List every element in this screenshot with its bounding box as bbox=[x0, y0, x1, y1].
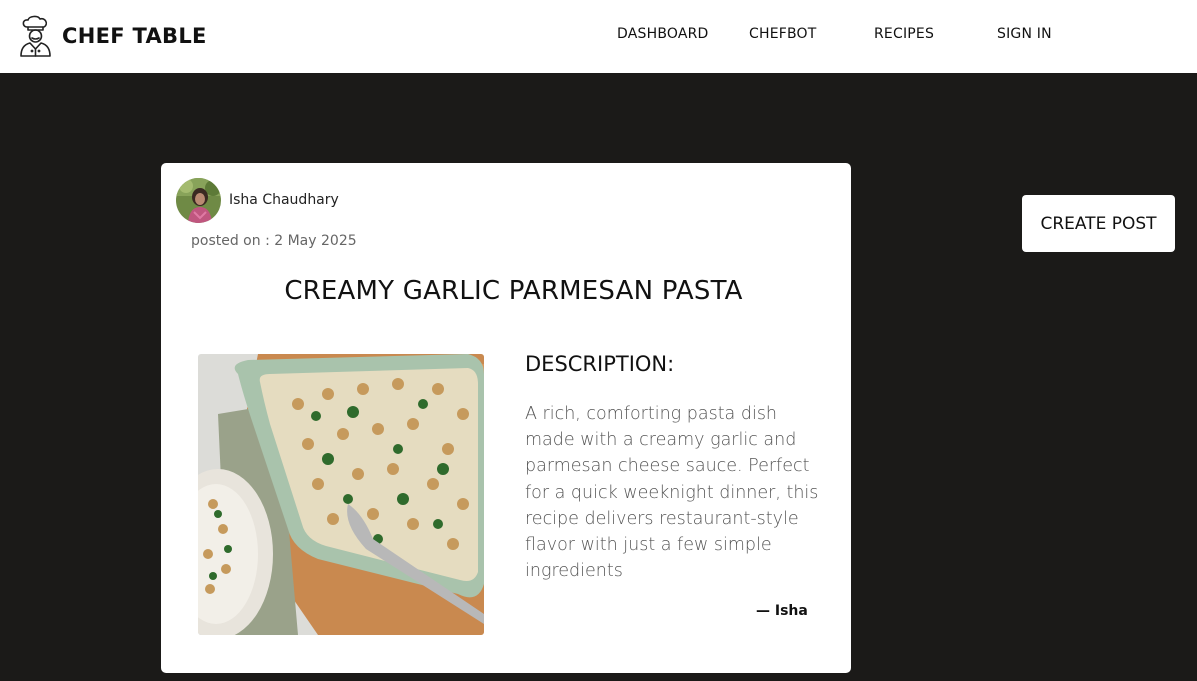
nav-recipes-link[interactable]: RECIPES bbox=[874, 26, 934, 42]
navbar: CHEF TABLE DASHBOARD CHEFBOT RECIPES SIG… bbox=[0, 0, 1197, 73]
posted-label: posted on : bbox=[191, 233, 270, 249]
description-heading: DESCRIPTION: bbox=[525, 352, 675, 376]
description-text: A rich, comforting pasta dish made with … bbox=[525, 404, 819, 582]
author-name[interactable]: Isha Chaudhary bbox=[229, 192, 339, 208]
create-post-button[interactable]: CREATE POST bbox=[1022, 195, 1175, 252]
dish-image bbox=[198, 354, 484, 635]
posted-date-row: posted on : 2 May 2025 bbox=[191, 233, 357, 249]
nav-dashboard-link[interactable]: DASHBOARD bbox=[617, 26, 709, 42]
post-title: CREAMY GARLIC PARMESAN PASTA bbox=[284, 276, 743, 306]
brand[interactable]: CHEF TABLE bbox=[18, 14, 207, 58]
nav-sign-in-link[interactable]: SIGN IN bbox=[997, 26, 1052, 42]
avatar[interactable] bbox=[176, 178, 221, 223]
post-card: Isha Chaudhary posted on : 2 May 2025 CR… bbox=[161, 163, 851, 673]
author-signature: — Isha bbox=[756, 603, 808, 619]
chef-icon bbox=[20, 15, 51, 57]
posted-date: 2 May 2025 bbox=[274, 233, 357, 249]
nav-chefbot-link[interactable]: CHEFBOT bbox=[749, 26, 817, 42]
brand-name: CHEF TABLE bbox=[62, 24, 207, 48]
